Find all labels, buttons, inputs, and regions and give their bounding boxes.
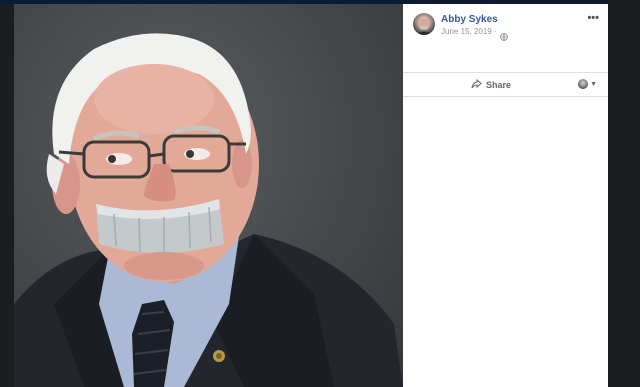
post-panel: Abby Sykes June 15, 2019 · ••• Share ▼ <box>403 4 608 387</box>
reactor-avatar <box>578 79 589 89</box>
more-options-button[interactable]: ••• <box>587 12 599 24</box>
photo-illustration <box>14 33 403 387</box>
avatar-face-icon <box>415 16 433 35</box>
post-meta: June 15, 2019 · <box>441 27 508 41</box>
audience-selector[interactable]: ▼ <box>578 79 597 89</box>
author-name-link[interactable]: Abby Sykes <box>441 14 498 25</box>
share-arrow-icon <box>471 78 482 91</box>
share-label: Share <box>486 80 512 90</box>
globe-icon <box>499 28 508 41</box>
author-avatar[interactable] <box>413 13 435 35</box>
share-button[interactable]: Share <box>471 78 512 91</box>
divider-bottom <box>403 96 608 97</box>
divider-top <box>403 72 608 73</box>
post-date[interactable]: June 15, 2019 · <box>441 27 497 36</box>
background-margin <box>608 0 640 387</box>
post-photo[interactable] <box>14 4 403 387</box>
chevron-down-icon: ▼ <box>590 80 597 88</box>
